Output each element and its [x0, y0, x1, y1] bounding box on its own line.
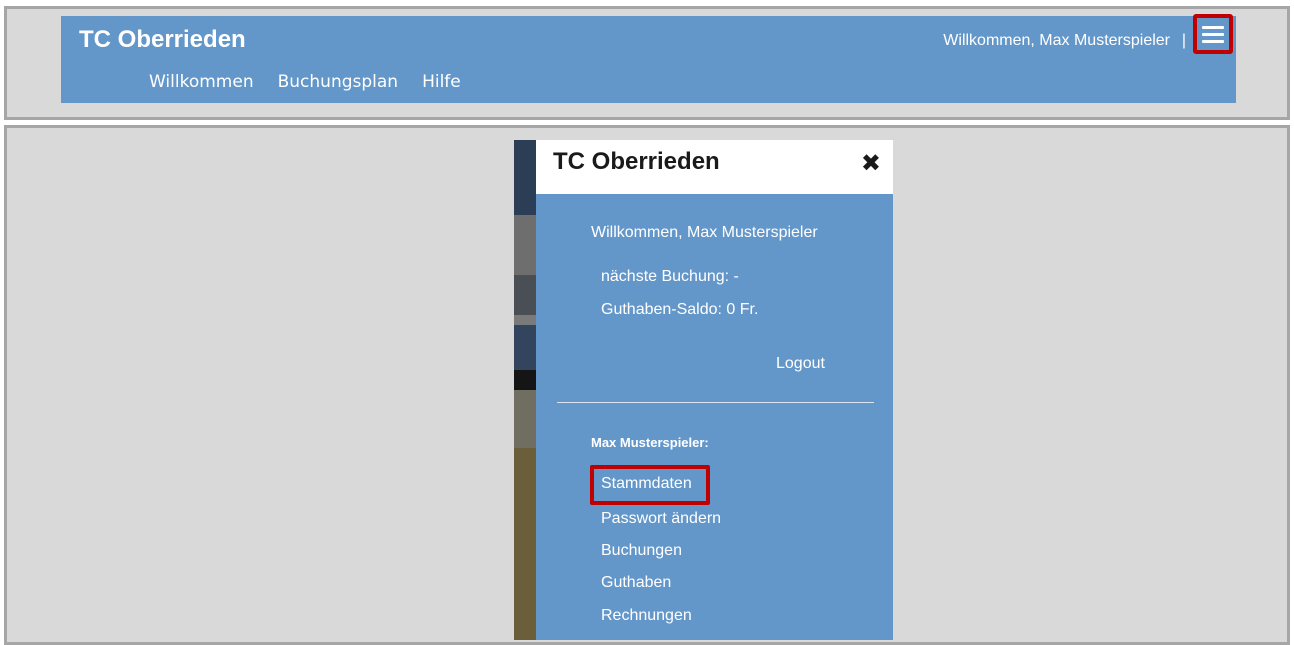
main-nav: Willkommen Buchungsplan Hilfe: [149, 72, 461, 92]
next-booking-text: nächste Buchung: -: [601, 268, 739, 285]
menu-item-guthaben[interactable]: Guthaben: [601, 574, 671, 592]
close-icon[interactable]: ✖: [861, 148, 881, 178]
side-menu-drawer: TC Oberrieden ✖ Willkommen, Max Mustersp…: [536, 140, 893, 640]
bg-segment: [514, 370, 536, 390]
bg-segment: [514, 140, 536, 215]
header-welcome-text: Willkommen, Max Musterspieler: [943, 32, 1170, 49]
menu-item-buchungen[interactable]: Buchungen: [601, 542, 682, 560]
bg-segment: [514, 390, 536, 448]
logout-link[interactable]: Logout: [776, 355, 825, 373]
bg-segment: [514, 315, 536, 325]
hamburger-menu-icon-bar: [1202, 32, 1224, 36]
drawer-divider: [557, 402, 874, 403]
user-section-heading: Max Musterspieler:: [591, 435, 709, 450]
hamburger-menu-icon: [1202, 25, 1224, 29]
drawer-title: TC Oberrieden: [553, 148, 720, 175]
drawer-welcome-text: Willkommen, Max Musterspieler: [591, 224, 818, 241]
bg-segment: [514, 325, 536, 370]
menu-item-stammdaten[interactable]: Stammdaten: [601, 475, 692, 493]
menu-item-rechnungen[interactable]: Rechnungen: [601, 607, 692, 625]
bg-segment: [514, 215, 536, 275]
background-page-strip: [514, 140, 536, 640]
bg-segment: [514, 275, 536, 315]
hamburger-menu-button[interactable]: [1193, 14, 1233, 54]
nav-buchungsplan[interactable]: Buchungsplan: [278, 72, 398, 92]
header-separator: |: [1181, 32, 1186, 49]
drawer-header: TC Oberrieden ✖: [536, 140, 893, 194]
nav-hilfe[interactable]: Hilfe: [422, 72, 461, 92]
balance-text: Guthaben-Saldo: 0 Fr.: [601, 301, 759, 318]
site-header: TC Oberrieden Willkommen Buchungsplan Hi…: [61, 14, 1236, 103]
site-title[interactable]: TC Oberrieden: [79, 26, 246, 54]
hamburger-menu-icon-bar: [1202, 39, 1224, 43]
menu-item-passwort-aendern[interactable]: Passwort ändern: [601, 510, 721, 528]
nav-willkommen[interactable]: Willkommen: [149, 72, 254, 92]
bg-segment: [514, 448, 536, 640]
